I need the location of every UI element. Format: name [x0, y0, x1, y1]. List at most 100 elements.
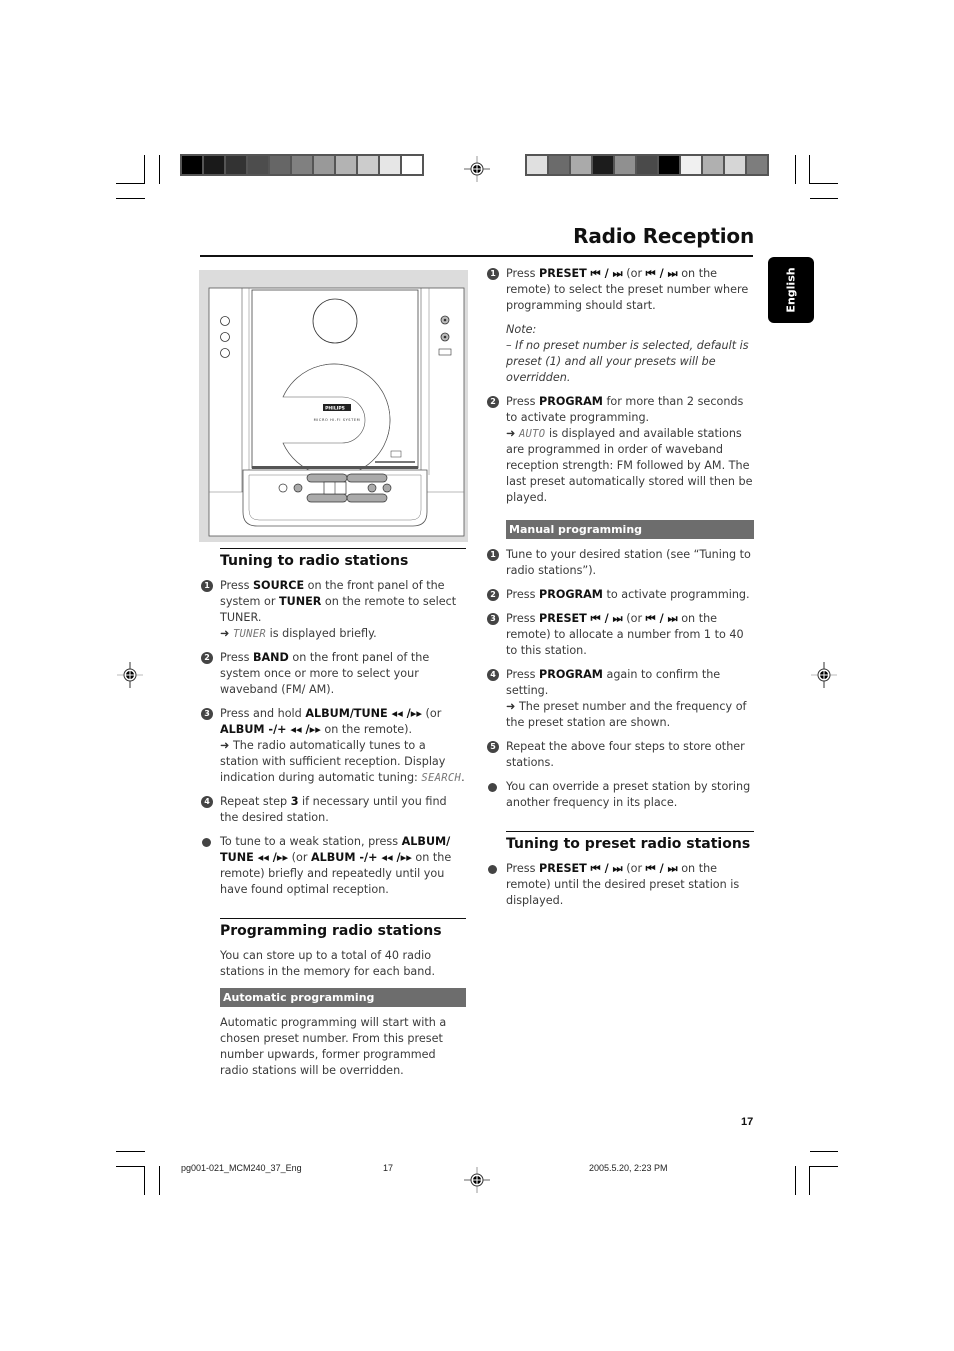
- color-swatch: [292, 156, 312, 174]
- list-item: 4 Repeat step 3 if necessary until you f…: [200, 794, 466, 826]
- list-item: Press PRESET ⏮ / ⏭ (or ⏮ / ⏭ on the remo…: [486, 861, 754, 909]
- list-item: 2 Press PROGRAM for more than 2 seconds …: [486, 394, 754, 506]
- text: Press: [506, 862, 539, 875]
- color-swatch: [226, 156, 246, 174]
- list-item: 4 Press PROGRAM again to confirm the set…: [486, 667, 754, 731]
- key-label: SOURCE: [253, 579, 305, 592]
- language-tab: English: [768, 257, 814, 323]
- text: Press: [506, 588, 539, 601]
- crop-mark: [795, 1166, 796, 1195]
- color-swatch: [204, 156, 224, 174]
- note-text: – If no preset number is selected, defau…: [506, 339, 749, 384]
- color-swatch: [703, 156, 723, 174]
- crop-mark: [116, 1166, 145, 1167]
- list-item: 1 Press PRESET ⏮ / ⏭ (or ⏮ / ⏭ on the re…: [486, 266, 754, 314]
- step-number-icon: 2: [487, 589, 499, 601]
- text: Repeat the above four steps to store oth…: [506, 740, 745, 769]
- list-item: 2 Press PROGRAM to activate programming.: [486, 587, 754, 603]
- color-swatch: [248, 156, 268, 174]
- display-indication: TUNER: [232, 628, 267, 640]
- title-rule: [200, 255, 753, 257]
- key-label: PRESET ⏮ / ⏭: [539, 862, 623, 875]
- key-label: ⏮ / ⏭: [645, 612, 678, 625]
- section-heading-tuning: Tuning to radio stations: [220, 548, 466, 570]
- paragraph: You can store up to a total of 40 radio …: [220, 949, 436, 978]
- list-item: 1 Tune to your desired station (see “Tun…: [486, 547, 754, 579]
- registration-mark-icon: [117, 662, 143, 688]
- color-calibration-bar-left: [180, 154, 424, 176]
- device-illustration: PHILIPS MICRO HI-FI SYSTEM: [199, 270, 468, 542]
- text: The preset number and the frequency of t…: [506, 700, 747, 729]
- note-label: Note:: [506, 323, 537, 336]
- crop-mark: [810, 198, 838, 199]
- subheading-automatic-programming: Automatic programming: [220, 988, 466, 1007]
- key-label: ⏮ / ⏭: [645, 267, 678, 280]
- bullet-icon: [488, 783, 497, 792]
- color-swatch: [615, 156, 635, 174]
- color-swatch: [402, 156, 422, 174]
- arrow-icon: ➜: [506, 427, 519, 440]
- step-number-icon: 4: [201, 796, 213, 808]
- section-heading-programming: Programming radio stations: [220, 918, 466, 940]
- paragraph: Automatic programming will start with a …: [220, 1016, 447, 1077]
- color-swatch: [336, 156, 356, 174]
- crop-mark: [809, 155, 810, 184]
- arrow-icon: ➜: [220, 627, 233, 640]
- left-column: Tuning to radio stations 1 Press SOURCE …: [200, 548, 466, 1087]
- language-tab-label: English: [784, 267, 798, 313]
- text: on the remote).: [320, 723, 413, 736]
- note: Note: – If no preset number is selected,…: [506, 322, 754, 386]
- color-swatch: [549, 156, 569, 174]
- text: Press: [220, 579, 253, 592]
- list-item: 2 Press BAND on the front panel of the s…: [200, 650, 466, 698]
- key-label: PRESET ⏮ / ⏭: [539, 612, 623, 625]
- text: (or: [622, 862, 646, 875]
- text: to activate programming.: [602, 588, 750, 601]
- crop-mark: [809, 1166, 838, 1167]
- crop-mark: [810, 1151, 838, 1152]
- text: The radio automatically tunes to a stati…: [220, 739, 446, 784]
- text: Press and hold: [220, 707, 306, 720]
- footer-page: 17: [383, 1163, 394, 1173]
- crop-mark: [116, 183, 145, 184]
- bullet-icon: [488, 865, 497, 874]
- crop-mark: [159, 155, 160, 184]
- footer-timestamp: 2005.5.20, 2:23 PM: [589, 1163, 668, 1173]
- arrow-icon: ➜: [506, 700, 519, 713]
- crop-mark: [116, 1151, 145, 1152]
- text: Repeat step: [220, 795, 291, 808]
- text: Press: [220, 651, 253, 664]
- text: (or: [288, 851, 311, 864]
- crop-mark: [809, 1166, 810, 1195]
- page-number: 17: [741, 1116, 754, 1128]
- list-item: 3 Press PRESET ⏮ / ⏭ (or ⏮ / ⏭ on the re…: [486, 611, 754, 659]
- color-swatch: [182, 156, 202, 174]
- color-swatch: [314, 156, 334, 174]
- brand-logo: PHILIPS: [325, 406, 345, 412]
- right-column: 1 Press PRESET ⏮ / ⏭ (or ⏮ / ⏭ on the re…: [486, 266, 754, 917]
- crop-mark: [144, 1166, 145, 1195]
- step-number-icon: 2: [201, 652, 213, 664]
- key-label: 3: [290, 795, 299, 808]
- color-swatch: [725, 156, 745, 174]
- color-swatch: [593, 156, 613, 174]
- display-indication: SEARCH: [421, 772, 462, 784]
- color-swatch: [527, 156, 547, 174]
- text: (or: [622, 267, 646, 280]
- key-label: ALBUM/TUNE ◂◂ /▸▸: [305, 707, 422, 720]
- color-swatch: [681, 156, 701, 174]
- arrow-icon: ➜: [220, 739, 233, 752]
- step-number-icon: 1: [487, 549, 499, 561]
- key-label: ⏮ / ⏭: [645, 862, 678, 875]
- subheading-manual-programming: Manual programming: [506, 520, 754, 539]
- step-number-icon: 4: [487, 669, 499, 681]
- list-item: 1 Press SOURCE on the front panel of the…: [200, 578, 466, 642]
- model-label: MICRO HI-FI SYSTEM: [314, 418, 361, 422]
- text: Press: [506, 395, 539, 408]
- footer-file: pg001-021_MCM240_37_Eng: [181, 1163, 302, 1173]
- step-number-icon: 3: [201, 708, 213, 720]
- bullet-icon: [202, 838, 211, 847]
- color-swatch: [571, 156, 591, 174]
- text: Press: [506, 267, 539, 280]
- list-item: You can override a preset station by sto…: [486, 779, 754, 811]
